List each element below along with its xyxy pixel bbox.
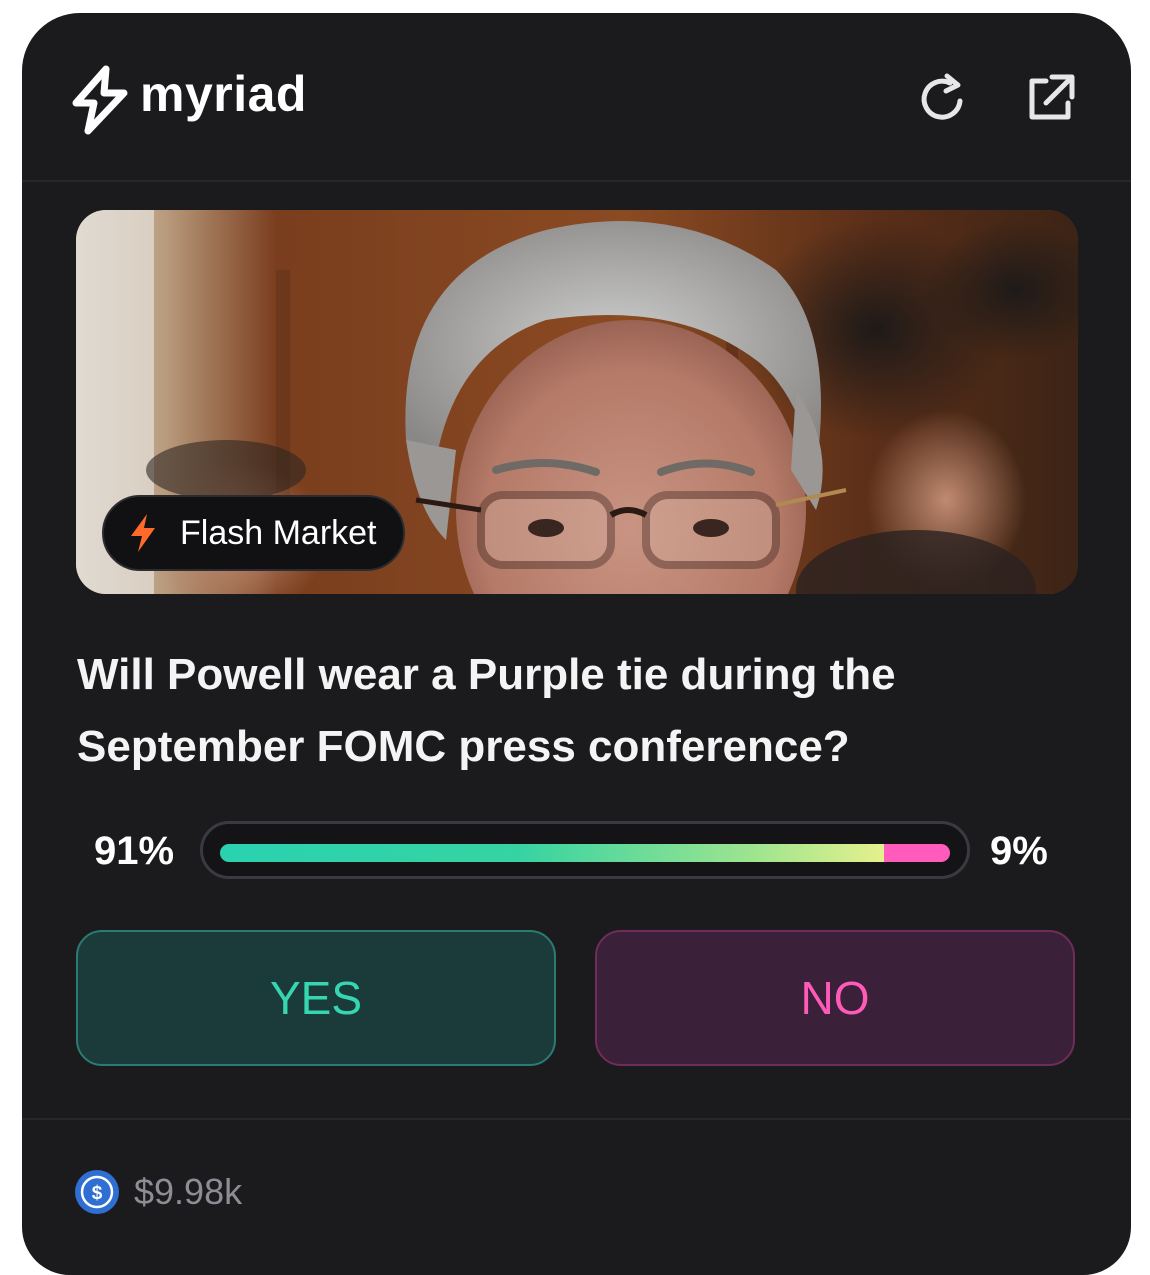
yes-button[interactable]: YES	[76, 930, 556, 1066]
odds-bar	[200, 821, 970, 879]
no-odds-fill	[884, 844, 950, 862]
badge-label: Flash Market	[180, 513, 377, 552]
lightning-icon	[131, 514, 155, 552]
market-card: myriad Flash Market Will Powell wear a P…	[22, 13, 1131, 1275]
card-header: myriad	[22, 13, 1131, 181]
footer-divider	[22, 1118, 1131, 1120]
svg-text:$: $	[92, 1183, 103, 1204]
myriad-logo-icon	[72, 65, 128, 135]
usdc-coin-icon: $	[75, 1170, 119, 1214]
odds-bar-fill	[220, 844, 950, 862]
refresh-icon[interactable]	[914, 71, 970, 127]
header-divider	[22, 180, 1131, 182]
market-footer: $ $9.98k	[74, 1169, 242, 1215]
brand-logo[interactable]: myriad	[70, 65, 307, 135]
market-image[interactable]: Flash Market	[76, 210, 1078, 594]
no-button[interactable]: NO	[595, 930, 1075, 1066]
flash-market-badge: Flash Market	[102, 495, 405, 571]
brand-name: myriad	[140, 66, 307, 122]
yes-percentage: 91%	[94, 829, 175, 873]
market-question: Will Powell wear a Purple tie during the…	[77, 650, 896, 771]
no-button-label: NO	[800, 972, 870, 1024]
yes-button-label: YES	[269, 972, 363, 1024]
external-link-icon[interactable]	[1022, 71, 1078, 127]
yes-odds-fill	[220, 844, 885, 862]
market-volume: $9.98k	[134, 1171, 243, 1212]
no-percentage: 9%	[990, 829, 1048, 873]
